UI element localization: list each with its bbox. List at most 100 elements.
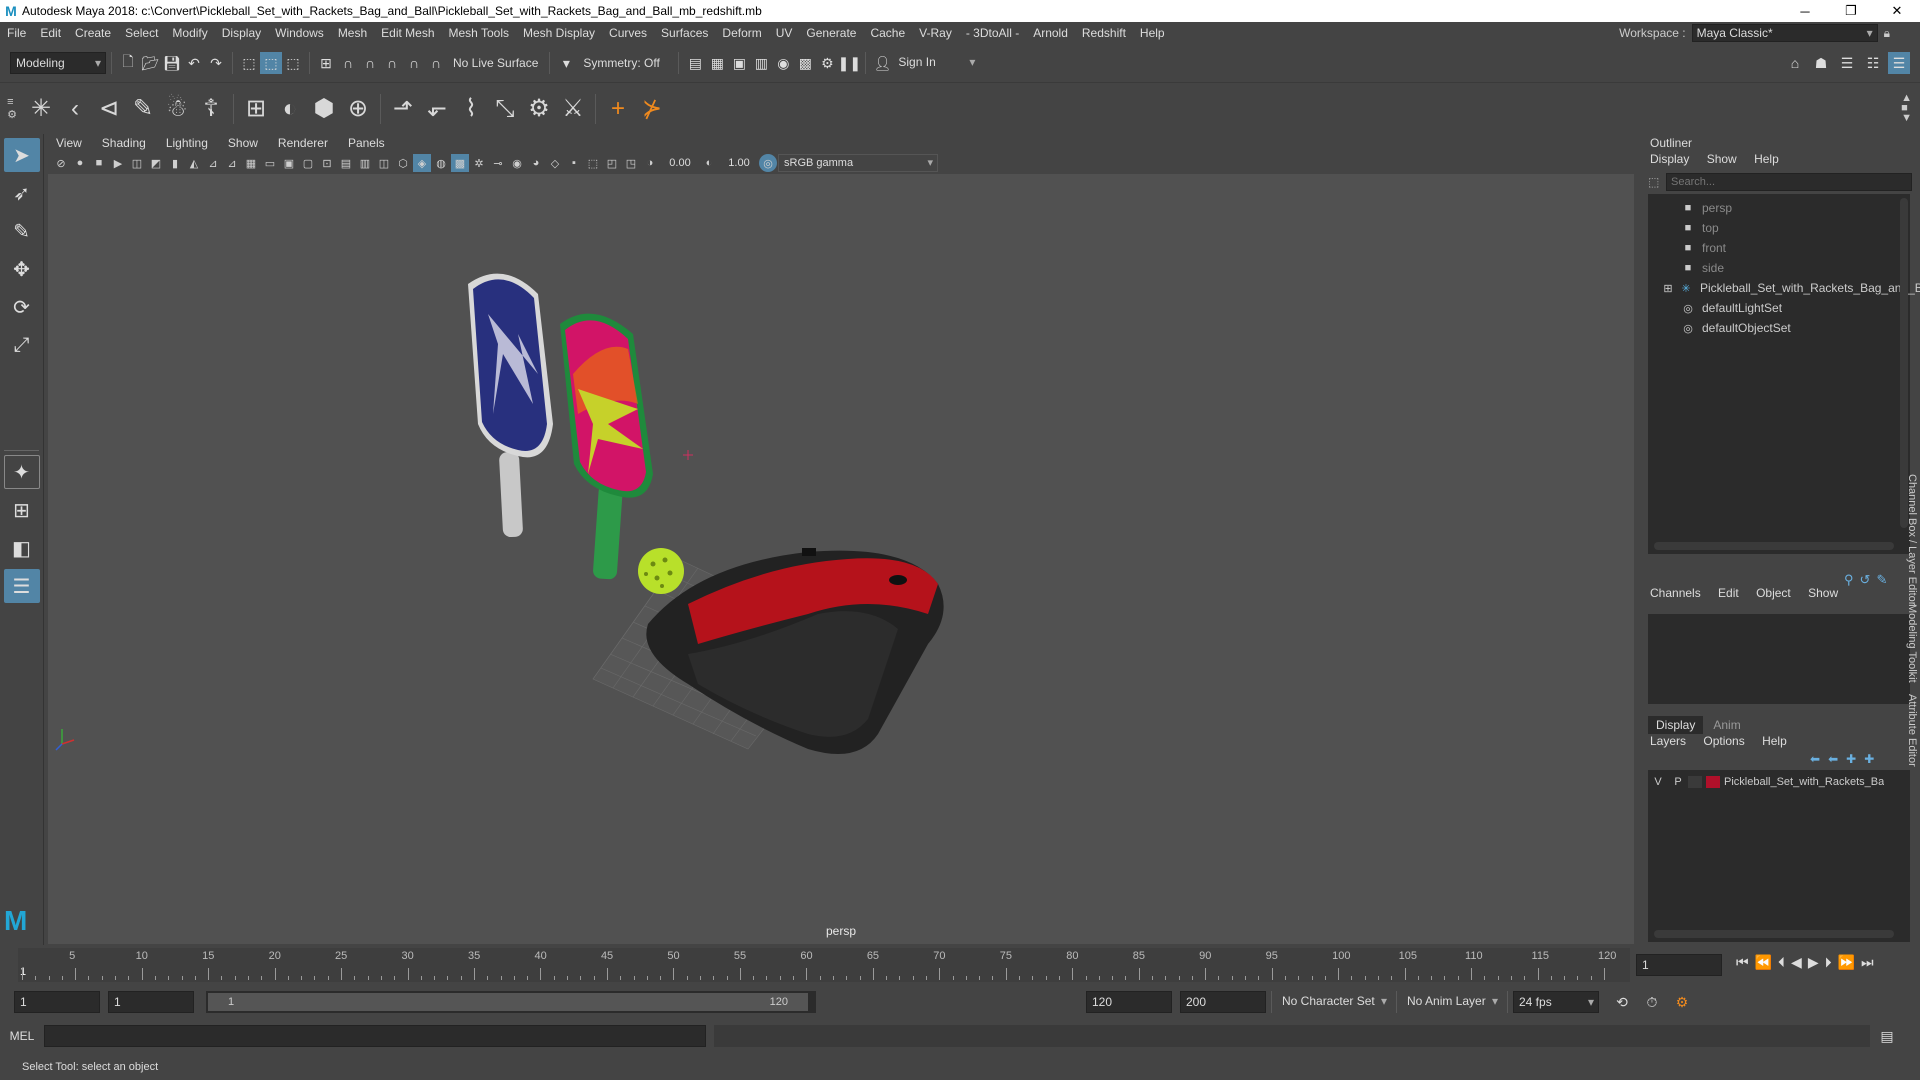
ep-curve-icon[interactable]: ⊲ (92, 92, 126, 126)
snap-live-icon[interactable]: ∩ (403, 52, 425, 74)
go-to-end-icon[interactable]: ⏭ (1861, 954, 1874, 971)
menu-edit-mesh[interactable]: Edit Mesh (374, 26, 441, 40)
safe-title-icon[interactable]: ▣ (280, 154, 298, 172)
render-view-icon[interactable]: ▤ (684, 52, 706, 74)
xray-joints-icon[interactable]: ▪ (565, 154, 583, 172)
playback-start-field[interactable]: 1 (108, 991, 194, 1013)
tab-display[interactable]: Display (1648, 716, 1704, 734)
bridge-icon[interactable]: ⌇ (454, 92, 488, 126)
viewport-menu-panels[interactable]: Panels (338, 136, 395, 150)
grease-pencil-icon[interactable]: ◩ (147, 154, 165, 172)
menu-arnold[interactable]: Arnold (1026, 26, 1075, 40)
add-pivot-icon[interactable]: + (601, 92, 635, 126)
outliner-item-persp[interactable]: ■ persp (1680, 198, 1732, 218)
xray-active-icon[interactable]: ⬚ (584, 154, 602, 172)
open-scene-icon[interactable]: 📂︎ (139, 52, 161, 74)
outliner-item-top[interactable]: ■ top (1680, 218, 1719, 238)
time-slider-track[interactable]: 1 5 10 15 20 25 30 35 40 45 50 55 60 65 70 75 80 85 90 95 1… (18, 948, 1630, 982)
menu-display[interactable]: Display (215, 26, 268, 40)
camera-attributes-icon[interactable]: ● (71, 154, 89, 172)
menu-windows[interactable]: Windows (268, 26, 331, 40)
select-component-icon[interactable]: ⬚ (282, 52, 304, 74)
layer-visibility-toggle[interactable]: V (1648, 776, 1668, 788)
channel-box-sync-icon[interactable]: ↺ (1860, 572, 1871, 588)
layer-color-swatch[interactable] (1706, 776, 1720, 788)
redshift-render-icon[interactable]: ▩ (794, 52, 816, 74)
save-scene-icon[interactable]: 💾︎ (161, 52, 183, 74)
tool-settings-icon[interactable]: ☷ (1862, 52, 1884, 74)
channelbox-menu-object[interactable]: Object (1756, 586, 1791, 600)
pause-icon[interactable]: ❚❚ (838, 52, 861, 74)
attribute-editor-side-tab[interactable]: Attribute Editor (1906, 694, 1918, 767)
menu-3dtoall[interactable]: - 3DtoAll - (959, 26, 1026, 40)
outliner-item-default-light-set[interactable]: ◎ defaultLightSet (1680, 298, 1782, 318)
menu-vray[interactable]: V-Ray (912, 26, 959, 40)
outliner-item-side[interactable]: ■ side (1680, 258, 1724, 278)
select-hierarchy-icon[interactable]: ⬚ (238, 52, 260, 74)
channelbox-menu-edit[interactable]: Edit (1718, 586, 1739, 600)
maximize-button[interactable]: ❐ (1828, 0, 1874, 22)
animation-prefs-icon[interactable]: ⚙︎ (1671, 991, 1693, 1013)
use-all-lights-icon[interactable]: ◍ (432, 154, 450, 172)
new-layer-selected-icon[interactable]: ✚ (1864, 752, 1874, 766)
viewport-menu-renderer[interactable]: Renderer (268, 136, 338, 150)
viewport-menu-shading[interactable]: Shading (92, 136, 156, 150)
new-scene-icon[interactable]: 🗋 (117, 52, 139, 74)
redo-icon[interactable]: ↷ (205, 52, 227, 74)
nurbs-curve-icon[interactable]: ✳︎ (24, 92, 58, 126)
single-perspective-layout-icon[interactable]: ✦ (3, 455, 40, 489)
channel-box-icon[interactable]: ☰ (1888, 52, 1910, 74)
extrude-icon[interactable]: ⬏ (386, 92, 420, 126)
menu-surfaces[interactable]: Surfaces (654, 26, 715, 40)
gamma-field[interactable]: 1.00 (719, 157, 759, 169)
skeleton-icon[interactable]: ☃ (160, 92, 194, 126)
channelbox-menu-channels[interactable]: Channels (1650, 586, 1701, 600)
menu-create[interactable]: Create (68, 26, 118, 40)
channel-box-edit-icon[interactable]: ✎ (1876, 572, 1887, 588)
outliner-horizontal-scrollbar[interactable] (1654, 542, 1894, 550)
outliner-layout-icon[interactable]: ☰ (3, 569, 40, 603)
sign-in-button[interactable]: Sign In (893, 52, 980, 74)
curve-tool-icon[interactable]: ‹ (58, 92, 92, 126)
anim-layer-dropdown[interactable]: No Anim Layer (1402, 991, 1502, 1013)
menu-mesh-display[interactable]: Mesh Display (516, 26, 602, 40)
current-frame-field[interactable]: 1 (1636, 954, 1722, 976)
menuset-dropdown[interactable]: Modeling (10, 52, 106, 74)
outliner-menu-show[interactable]: Show (1707, 152, 1737, 166)
attribute-editor-icon[interactable]: ☰ (1836, 52, 1858, 74)
viewport-menu-view[interactable]: View (46, 136, 92, 150)
menu-edit[interactable]: Edit (33, 26, 68, 40)
safe-action-icon[interactable]: ▭ (261, 154, 279, 172)
channelbox-menu-show[interactable]: Show (1808, 586, 1838, 600)
playback-end-field[interactable]: 120 (1086, 991, 1172, 1013)
isolate-select-icon[interactable]: ◇ (546, 154, 564, 172)
auto-key-icon[interactable]: ⏱ (1641, 991, 1663, 1013)
paint-select-tool-icon[interactable]: ✎ (4, 214, 40, 248)
lattice-icon[interactable]: ⚙︎ (522, 92, 556, 126)
outliner-item-default-object-set[interactable]: ◎ defaultObjectSet (1680, 318, 1791, 338)
two-d-pan-icon[interactable]: ◫ (128, 154, 146, 172)
ambient-occlusion-icon[interactable]: ✲ (470, 154, 488, 172)
snap-grid-icon[interactable]: ⊞ (315, 52, 337, 74)
workspace-dropdown[interactable]: Maya Classic* (1691, 24, 1878, 42)
undo-icon[interactable]: ↶ (183, 52, 205, 74)
four-view-layout-icon[interactable]: ⊞ (4, 493, 40, 527)
render-settings-icon[interactable]: ▥ (750, 52, 772, 74)
snap-point-icon[interactable]: ∩ (359, 52, 381, 74)
command-input[interactable] (44, 1025, 706, 1047)
motion-blur-icon[interactable]: ⊸ (489, 154, 507, 172)
fps-dropdown[interactable]: 24 fps (1513, 991, 1599, 1013)
menu-generate[interactable]: Generate (799, 26, 863, 40)
poly-cube-icon[interactable]: ⊞ (239, 92, 273, 126)
menu-deform[interactable]: Deform (715, 26, 768, 40)
layer-menu-help[interactable]: Help (1762, 734, 1787, 748)
bevel-icon[interactable]: ⬐ (420, 92, 454, 126)
minimize-button[interactable]: ─ (1782, 0, 1828, 22)
move-layer-up-icon[interactable]: ⬅ (1810, 752, 1820, 766)
lasso-tool-icon[interactable]: ➶ (4, 176, 40, 210)
wireframe-icon[interactable]: ▢ (299, 154, 317, 172)
persp-outliner-layout-icon[interactable]: ◧ (4, 531, 40, 565)
resolution-gate-icon[interactable]: ⊿ (204, 154, 222, 172)
tab-anim[interactable]: Anim (1705, 716, 1748, 734)
layer-menu-options[interactable]: Options (1703, 734, 1744, 748)
